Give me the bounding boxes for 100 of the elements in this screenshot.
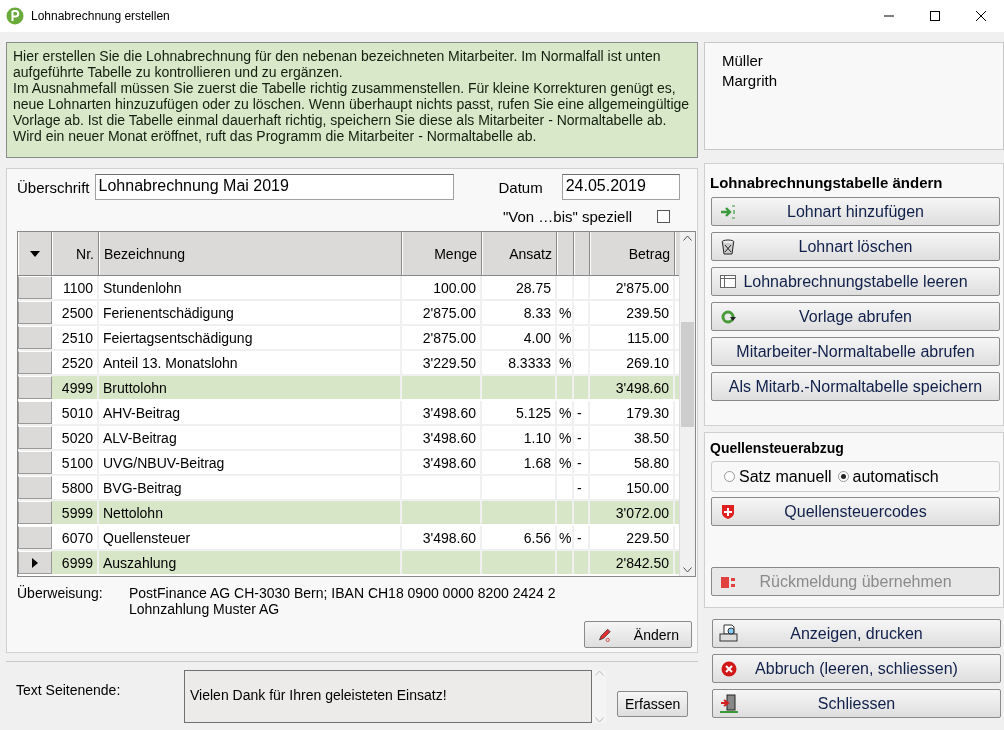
table-cell: Quellensteuer <box>99 526 402 549</box>
table-cell: 5.125 <box>482 401 557 424</box>
table-cell: 58.80 <box>590 451 675 474</box>
column-header: Menge <box>402 232 482 275</box>
heading-input[interactable]: Lohnabrechnung Mai 2019 <box>94 174 454 200</box>
table-cell: 3'498.60 <box>402 401 482 424</box>
column-menu-header[interactable] <box>18 232 52 275</box>
table-cell: Stundenlohn <box>99 276 402 299</box>
printer-icon <box>719 623 739 644</box>
table-cell: 38.50 <box>590 426 675 449</box>
refresh-icon <box>720 308 736 325</box>
table-cell: 229.50 <box>590 526 675 549</box>
transfer-label: Überweisung: <box>17 585 104 603</box>
table-cell: 5020 <box>52 426 99 449</box>
trash-bin-icon <box>721 238 735 255</box>
row-selector[interactable] <box>18 551 52 574</box>
heading-label: Überschrift <box>17 178 90 196</box>
table-cell: 2500 <box>52 301 99 324</box>
table-cell: % <box>557 326 574 349</box>
window-title: Lohnabrechnung erstellen <box>31 9 171 23</box>
action-button[interactable]: Mitarbeiter-Normaltabelle abrufen <box>711 337 1000 366</box>
table-cell: % <box>557 401 574 424</box>
date-input[interactable]: 24.05.2019 <box>561 174 680 200</box>
table-cell: 4999 <box>52 376 99 399</box>
footer-text-field[interactable]: Vielen Dank für Ihren geleisteten Einsatz! <box>184 670 592 723</box>
radio-icon[interactable] <box>837 471 849 482</box>
swiss-shield-icon <box>721 503 735 520</box>
table-cell: 2510 <box>52 326 99 349</box>
action-button[interactable]: Anzeigen, drucken <box>712 619 1001 648</box>
table-cell: UVG/NBUV-Beitrag <box>99 451 402 474</box>
column-header: Bezeichnung <box>99 232 402 275</box>
table-cell: - <box>574 451 590 474</box>
table-cell: 3'072.00 <box>590 501 675 524</box>
table-cell: AHV-Beitrag <box>99 401 402 424</box>
current-row-icon <box>32 557 38 568</box>
dropdown-caret-icon <box>30 250 40 257</box>
table-cell: 8.33 <box>482 301 557 324</box>
action-button[interactable]: Quellensteuercodes <box>711 497 1000 526</box>
scroll-down-icon[interactable] <box>683 567 692 573</box>
footer-text-label: Text Seitenende: <box>16 682 122 700</box>
table-cell: 5010 <box>52 401 99 424</box>
table-cell: 4.00 <box>482 326 557 349</box>
table-cell: Bruttolohn <box>99 376 402 399</box>
scrollbar[interactable] <box>679 232 695 576</box>
transfer-text: Lohnzahlung Muster AG <box>129 601 281 617</box>
action-button[interactable]: Als Mitarb.-Normaltabelle speichern <box>711 372 1000 401</box>
table-cell: Nettolohn <box>99 501 402 524</box>
table-cell: 8.3333 <box>482 351 557 374</box>
table-cell: 3'498.60 <box>402 451 482 474</box>
scroll-thumb[interactable] <box>681 321 694 427</box>
table-cell: 5800 <box>52 476 99 499</box>
table-cell: 6999 <box>52 551 99 574</box>
column-header: Betrag <box>590 232 675 275</box>
action-button[interactable]: Lohnart löschen <box>711 232 1000 261</box>
info-text: Hier erstellen Sie die Lohnabrechnung für den nebenan bezeichneten Mitarbeiter. Im Normalfall ist unten aufgeführte Tabelle zu kontrollieren und zu ergänzen. <box>13 48 662 80</box>
table-cell: 2'842.50 <box>590 551 675 574</box>
action-button[interactable]: Abbruch (leeren, schliessen) <box>712 654 1001 683</box>
action-button[interactable]: Lohnabrechnungstabelle leeren <box>711 267 1000 296</box>
table-cell: Auszahlung <box>99 551 402 574</box>
special-label: "Von …bis" speziell <box>503 208 633 225</box>
table-cell: 6070 <box>52 526 99 549</box>
capture-button[interactable]: Erfassen <box>617 691 689 717</box>
table-cell: Feiertagsentschädigung <box>99 326 402 349</box>
table-cell: 100.00 <box>402 276 482 299</box>
table-cell: 179.30 <box>590 401 675 424</box>
transfer-text: PostFinance AG CH-3030 Bern; IBAN CH18 0900 0000 8200 2424 2 <box>129 585 556 601</box>
table-cell: - <box>574 401 590 424</box>
close-icon <box>976 11 986 21</box>
table-cell: % <box>557 451 574 474</box>
action-button[interactable]: Vorlage abrufen <box>711 302 1000 331</box>
action-button[interactable]: Lohnart hinzufügen <box>711 197 1000 226</box>
table-cell: - <box>574 526 590 549</box>
table-cell: 5100 <box>52 451 99 474</box>
table-cell: 115.00 <box>590 326 675 349</box>
table-cell: 5999 <box>52 501 99 524</box>
edit-button[interactable]: Ändern <box>584 621 692 648</box>
table-cell: % <box>557 301 574 324</box>
info-text: Im Ausnahmefall müssen Sie zuerst die Tabelle richtig zusammenstellen. Für kleine Korrekturen genügt es, neue Lohnarten hinzuzufügen oder zu löschen. Wenn überhaupt nichts passt, rufen Sie eine allgemeingültige Vorlage ab. Ist die Tabelle einmal dauerhaft richtig, speichern Sie diese als Mitarbeiter - Normaltabelle ab. Wird ein neuer Monat eröffnet, ruft das Programm die Mitarbeiter - Normaltabelle ab. <box>13 80 691 144</box>
cancel-icon <box>721 660 737 677</box>
table-cell: % <box>557 351 574 374</box>
employee-name: Müller <box>722 51 764 71</box>
employee-name: Margrith <box>722 71 778 91</box>
radio-icon[interactable] <box>724 471 735 482</box>
table-cell: 1.68 <box>482 451 557 474</box>
group-title: Lohnabrechnungstabelle ändern <box>710 174 944 191</box>
table-cell: 6.56 <box>482 526 557 549</box>
action-button[interactable]: Schliessen <box>712 689 1001 718</box>
column-header: Nr. <box>52 232 99 275</box>
special-checkbox[interactable] <box>657 210 671 223</box>
table-cell: % <box>557 426 574 449</box>
table-cell: 2'875.00 <box>402 326 482 349</box>
app-logo-icon <box>6 7 24 25</box>
table-cell: 269.10 <box>590 351 675 374</box>
table-cell: ALV-Beitrag <box>99 426 402 449</box>
table-cell: 3'498.60 <box>590 376 675 399</box>
table-cell: - <box>574 476 590 499</box>
scroll-up-icon[interactable] <box>683 235 692 241</box>
column-header: Ansatz <box>482 232 557 275</box>
table-cell: - <box>574 426 590 449</box>
table-cell: 3'498.60 <box>402 526 482 549</box>
